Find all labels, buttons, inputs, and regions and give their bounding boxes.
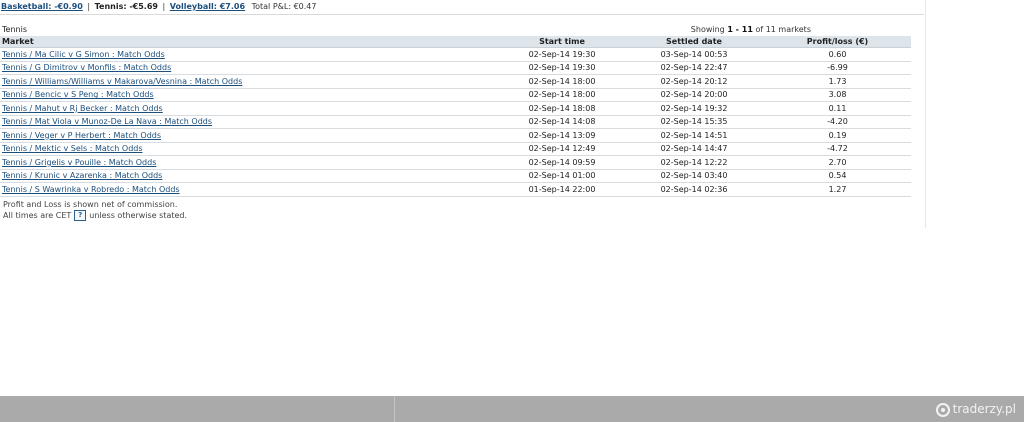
column-header-market[interactable]: Market xyxy=(0,36,500,48)
settled-date-cell: 02-Sep-14 19:32 xyxy=(624,101,764,116)
profit-loss-cell: 2.70 xyxy=(764,155,911,170)
market-cell: Tennis / Ma Cilic v G Simon : Match Odds xyxy=(0,47,500,62)
column-header-profit-loss[interactable]: Profit/loss (€) xyxy=(764,36,911,48)
timezone-note-suffix: unless otherwise stated. xyxy=(89,211,188,220)
table-row: Tennis / G Dimitrov v Monfils : Match Od… xyxy=(0,61,911,75)
market-link[interactable]: Tennis / Mahut v Rj Becker : Match Odds xyxy=(2,104,163,113)
table-row: Tennis / Grigelis v Pouille : Match Odds… xyxy=(0,155,911,170)
profit-loss-cell: 0.11 xyxy=(764,101,911,116)
start-time-cell: 01-Sep-14 22:00 xyxy=(500,182,624,197)
market-link[interactable]: Tennis / Mat Viola v Munoz-De La Nava : … xyxy=(2,117,212,126)
profit-loss-cell: 0.54 xyxy=(764,169,911,183)
settled-date-cell: 02-Sep-14 14:51 xyxy=(624,128,764,143)
market-cell: Tennis / Mahut v Rj Becker : Match Odds xyxy=(0,101,500,116)
showing-count: Showing 1 - 11 of 11 markets xyxy=(691,25,811,34)
summary-separator: | xyxy=(162,2,166,11)
market-link[interactable]: Tennis / Veger v P Herbert : Match Odds xyxy=(2,131,161,140)
footnotes: Profit and Loss is shown net of commissi… xyxy=(3,200,187,221)
profit-loss-cell: -4.20 xyxy=(764,115,911,129)
showing-range: 1 - 11 xyxy=(727,25,753,34)
pl-summary: Basketball: -€0.90 | Tennis: -€5.69 | Vo… xyxy=(1,1,316,13)
start-time-cell: 02-Sep-14 18:00 xyxy=(500,74,624,89)
table-row: Tennis / Williams/Williams v Makarova/Ve… xyxy=(0,74,911,89)
market-link[interactable]: Tennis / Mektic v Sels : Match Odds xyxy=(2,144,143,153)
timezone-note-prefix: All times are CET xyxy=(3,211,72,220)
settled-date-cell: 02-Sep-14 20:00 xyxy=(624,88,764,102)
column-header-settled-date[interactable]: Settled date xyxy=(624,36,764,48)
market-cell: Tennis / Mektic v Sels : Match Odds xyxy=(0,142,500,156)
market-cell: Tennis / Bencic v S Peng : Match Odds xyxy=(0,88,500,102)
markets-table: Market Start time Settled date Profit/lo… xyxy=(0,36,911,197)
settled-date-cell: 02-Sep-14 14:47 xyxy=(624,142,764,156)
table-header-row: Market Start time Settled date Profit/lo… xyxy=(0,36,911,48)
market-cell: Tennis / Krunic v Azarenka : Match Odds xyxy=(0,169,500,183)
start-time-cell: 02-Sep-14 14:08 xyxy=(500,115,624,129)
profit-loss-cell: -4.72 xyxy=(764,142,911,156)
profit-loss-cell: 0.60 xyxy=(764,47,911,62)
table-row: Tennis / Veger v P Herbert : Match Odds 0… xyxy=(0,128,911,143)
start-time-cell: 02-Sep-14 18:00 xyxy=(500,88,624,102)
profit-loss-cell: -6.99 xyxy=(764,61,911,75)
settled-date-cell: 02-Sep-14 20:12 xyxy=(624,74,764,89)
timezone-help-button[interactable]: ? xyxy=(74,210,87,221)
market-link[interactable]: Tennis / Williams/Williams v Makarova/Ve… xyxy=(2,77,242,86)
commission-note: Profit and Loss is shown net of commissi… xyxy=(3,200,178,209)
market-link[interactable]: Tennis / S Wawrinka v Robredo : Match Od… xyxy=(2,185,180,194)
market-link[interactable]: Tennis / Grigelis v Pouille : Match Odds xyxy=(2,158,156,167)
start-time-cell: 02-Sep-14 12:49 xyxy=(500,142,624,156)
tennis-pl-label: Tennis: -€5.69 xyxy=(94,2,158,11)
table-row: Tennis / Mahut v Rj Becker : Match Odds 0… xyxy=(0,101,911,116)
profit-loss-cell: 1.73 xyxy=(764,74,911,89)
market-link[interactable]: Tennis / Ma Cilic v G Simon : Match Odds xyxy=(2,50,165,59)
start-time-cell: 02-Sep-14 18:08 xyxy=(500,101,624,116)
profit-loss-cell: 3.08 xyxy=(764,88,911,102)
total-pl-label: Total P&L: €0.47 xyxy=(251,2,317,11)
market-cell: Tennis / Grigelis v Pouille : Match Odds xyxy=(0,155,500,170)
market-link[interactable]: Tennis / G Dimitrov v Monfils : Match Od… xyxy=(2,63,171,72)
table-row: Tennis / Ma Cilic v G Simon : Match Odds… xyxy=(0,47,911,62)
markets-table-body: Tennis / Ma Cilic v G Simon : Match Odds… xyxy=(0,47,911,197)
profit-loss-cell: 1.27 xyxy=(764,182,911,197)
settled-date-cell: 02-Sep-14 12:22 xyxy=(624,155,764,170)
timezone-note: All times are CET? unless otherwise state… xyxy=(3,210,187,221)
table-row: Tennis / Mektic v Sels : Match Odds 02-Se… xyxy=(0,142,911,156)
watermark: traderzy.pl xyxy=(935,401,1016,417)
market-cell: Tennis / Mat Viola v Munoz-De La Nava : … xyxy=(0,115,500,129)
bottom-bar-divider xyxy=(394,396,395,422)
showing-prefix: Showing xyxy=(690,25,725,34)
showing-suffix: of 11 markets xyxy=(755,25,811,34)
settled-date-cell: 02-Sep-14 15:35 xyxy=(624,115,764,129)
settled-date-cell: 02-Sep-14 22:47 xyxy=(624,61,764,75)
market-cell: Tennis / G Dimitrov v Monfils : Match Od… xyxy=(0,61,500,75)
basketball-pl-link[interactable]: Basketball: -€0.90 xyxy=(1,2,83,11)
market-link[interactable]: Tennis / Krunic v Azarenka : Match Odds xyxy=(2,171,162,180)
settled-date-cell: 02-Sep-14 02:36 xyxy=(624,182,764,197)
market-cell: Tennis / S Wawrinka v Robredo : Match Od… xyxy=(0,182,500,197)
table-row: Tennis / Bencic v S Peng : Match Odds 02-… xyxy=(0,88,911,102)
profit-loss-cell: 0.19 xyxy=(764,128,911,143)
volleyball-pl-link[interactable]: Volleyball: €7.06 xyxy=(170,2,245,11)
bottom-bar: traderzy.pl xyxy=(0,396,1024,422)
settled-date-cell: 03-Sep-14 00:53 xyxy=(624,47,764,62)
start-time-cell: 02-Sep-14 01:00 xyxy=(500,169,624,183)
table-row: Tennis / S Wawrinka v Robredo : Match Od… xyxy=(0,182,911,197)
summary-separator: | xyxy=(87,2,91,11)
divider xyxy=(0,14,924,15)
traderzy-logo-icon xyxy=(935,402,950,417)
market-link[interactable]: Tennis / Bencic v S Peng : Match Odds xyxy=(2,90,154,99)
start-time-cell: 02-Sep-14 19:30 xyxy=(500,61,624,75)
table-row: Tennis / Krunic v Azarenka : Match Odds 0… xyxy=(0,169,911,183)
market-cell: Tennis / Veger v P Herbert : Match Odds xyxy=(0,128,500,143)
start-time-cell: 02-Sep-14 09:59 xyxy=(500,155,624,170)
settled-date-cell: 02-Sep-14 03:40 xyxy=(624,169,764,183)
pl-panel: Basketball: -€0.90 | Tennis: -€5.69 | Vo… xyxy=(0,0,926,228)
market-cell: Tennis / Williams/Williams v Makarova/Ve… xyxy=(0,74,500,89)
column-header-start-time[interactable]: Start time xyxy=(500,36,624,48)
watermark-text: traderzy.pl xyxy=(952,402,1016,416)
sport-title: Tennis xyxy=(2,25,27,34)
start-time-cell: 02-Sep-14 19:30 xyxy=(500,47,624,62)
table-row: Tennis / Mat Viola v Munoz-De La Nava : … xyxy=(0,115,911,129)
start-time-cell: 02-Sep-14 13:09 xyxy=(500,128,624,143)
